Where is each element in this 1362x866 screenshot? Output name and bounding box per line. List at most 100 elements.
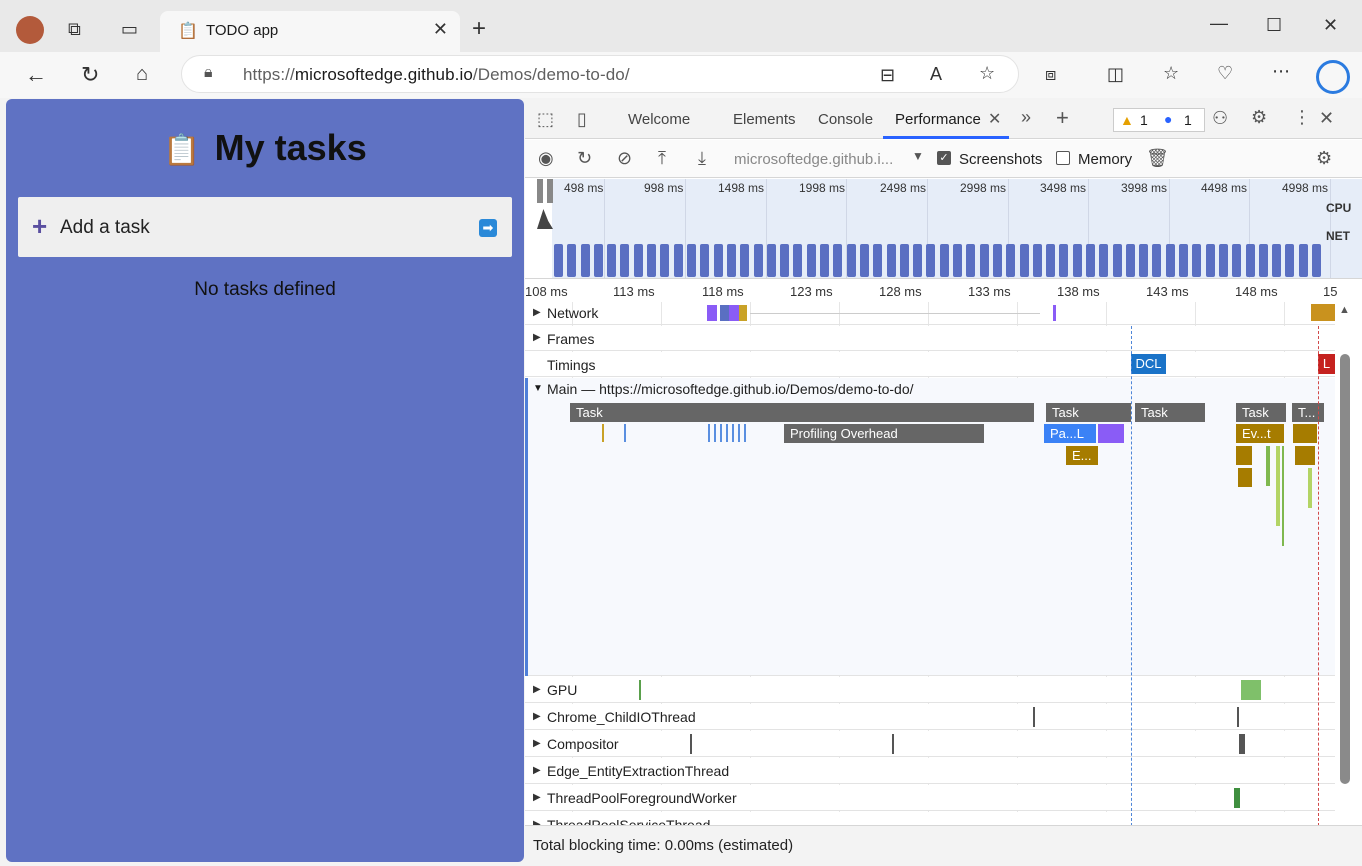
minimize-icon[interactable]: — <box>1210 14 1228 32</box>
submit-arrow-icon[interactable]: ➡ <box>479 219 497 237</box>
network-track[interactable]: ▶ Network <box>525 302 1335 325</box>
selection-handle-right[interactable] <box>547 179 553 203</box>
scripting-block[interactable] <box>1295 446 1315 465</box>
read-aloud-icon[interactable]: A <box>930 65 942 83</box>
network-request[interactable] <box>1053 305 1056 321</box>
tracks-scrollbar[interactable] <box>1340 354 1350 784</box>
tab-performance[interactable]: Performance <box>895 111 981 128</box>
add-tab-icon[interactable]: + <box>1056 105 1069 131</box>
expand-icon[interactable]: ▶ <box>533 792 541 803</box>
new-tab-icon[interactable]: + <box>472 17 486 41</box>
profile-avatar[interactable] <box>16 16 44 44</box>
close-tab-icon[interactable]: ✕ <box>988 109 1001 129</box>
network-request[interactable] <box>1311 304 1335 321</box>
favorites-icon[interactable]: ☆ <box>1163 64 1179 82</box>
trash-icon[interactable]: 🗑︎ <box>1146 148 1169 169</box>
gpu-slice[interactable] <box>639 680 641 700</box>
close-tab-icon[interactable]: ✕ <box>433 19 448 40</box>
address-bar[interactable]: 🔒︎ https://microsoftedge.github.io/Demos… <box>181 55 1019 93</box>
favorite-star-icon[interactable]: ☆ <box>979 64 995 82</box>
task-block[interactable]: Task <box>1236 403 1286 422</box>
evaluate-script-block[interactable]: E... <box>1066 446 1098 465</box>
clear-icon[interactable]: ⊘ <box>617 148 632 169</box>
task-block[interactable]: T... <box>1292 403 1324 422</box>
task-block[interactable]: Task <box>1135 403 1205 422</box>
device-emulation-icon[interactable]: ▯ <box>577 109 587 130</box>
scripting-block[interactable] <box>1293 424 1317 443</box>
recording-target-select[interactable]: microsoftedge.github.i... <box>734 151 893 168</box>
chevron-down-icon[interactable]: ▼ <box>912 149 924 163</box>
tab-actions-icon[interactable]: ▭ <box>121 20 138 38</box>
tab-elements[interactable]: Elements <box>733 111 796 128</box>
entity-extraction-track[interactable]: ▶ Edge_EntityExtractionThread <box>525 758 1335 784</box>
screenshots-checkbox[interactable]: ✓ <box>937 151 951 165</box>
app-available-icon[interactable]: ⊟ <box>880 66 895 84</box>
main-track[interactable]: ▼ Main — https://microsoftedge.github.io… <box>528 378 1335 676</box>
lock-icon[interactable]: 🔒︎ <box>204 64 213 82</box>
paint-slice[interactable] <box>1266 446 1270 486</box>
collapse-icon[interactable]: ▼ <box>533 383 543 394</box>
reload-record-icon[interactable]: ↻ <box>577 148 592 169</box>
threadpool-service-track[interactable]: ▶ ThreadPoolServiceThread <box>525 812 1335 825</box>
more-menu-icon[interactable]: ⋯ <box>1272 62 1290 80</box>
home-icon[interactable]: ⌂ <box>136 64 148 84</box>
download-icon[interactable]: ⤓ <box>698 148 706 169</box>
capture-settings-icon[interactable]: ⚙ <box>1316 148 1332 169</box>
paint-slice[interactable] <box>1282 446 1284 546</box>
timings-track[interactable]: Timings DCL L <box>525 352 1335 377</box>
tab-console[interactable]: Console <box>818 111 873 128</box>
scroll-up-icon[interactable]: ▲ <box>1339 304 1350 316</box>
lcp-marker[interactable]: L <box>1318 354 1335 374</box>
expand-icon[interactable]: ▶ <box>533 307 541 318</box>
child-io-thread-track[interactable]: ▶ Chrome_ChildIOThread <box>525 704 1335 730</box>
close-window-icon[interactable]: ✕ <box>1323 16 1338 34</box>
script-slices[interactable] <box>708 424 748 442</box>
browser-tab[interactable]: 📋 TODO app ✕ <box>160 11 460 52</box>
browser-essentials-icon[interactable]: ♡ <box>1217 64 1233 82</box>
selection-handle-left[interactable] <box>537 179 543 203</box>
inspect-icon[interactable]: ⬚ <box>537 109 554 130</box>
task-block[interactable]: Task <box>570 403 1034 422</box>
paint-slice[interactable] <box>1276 446 1280 526</box>
back-icon[interactable]: ← <box>25 64 47 86</box>
more-tabs-icon[interactable]: » <box>1021 107 1031 128</box>
expand-icon[interactable]: ▶ <box>533 765 541 776</box>
customize-icon[interactable]: ⚇ <box>1212 108 1228 129</box>
settings-icon[interactable]: ⚙ <box>1251 107 1267 128</box>
maximize-icon[interactable]: ☐ <box>1266 16 1282 34</box>
tracks-area[interactable]: ▶ Network ▶ Frames Timings DCL L ▼ Main … <box>525 302 1335 825</box>
expand-icon[interactable]: ▶ <box>533 332 541 343</box>
scripting-block[interactable] <box>1236 446 1252 465</box>
upload-icon[interactable]: ⤒ <box>658 148 666 169</box>
gpu-track[interactable]: ▶ GPU <box>525 677 1335 703</box>
scripting-block[interactable] <box>1238 468 1252 487</box>
tab-welcome[interactable]: Welcome <box>628 111 690 128</box>
profiling-overhead-block[interactable]: Profiling Overhead <box>784 424 984 443</box>
workspaces-icon[interactable]: ⧉ <box>68 20 81 38</box>
expand-icon[interactable]: ▶ <box>533 684 541 695</box>
task-block[interactable]: Task <box>1046 403 1131 422</box>
rendering-block[interactable] <box>1098 424 1124 443</box>
script-slice[interactable] <box>624 424 626 442</box>
more-options-icon[interactable]: ⋮ <box>1293 107 1311 128</box>
close-devtools-icon[interactable]: ✕ <box>1319 108 1334 129</box>
parse-html-block[interactable]: Pa...L <box>1044 424 1096 443</box>
extensions-icon[interactable]: ⧈ <box>1045 65 1056 83</box>
network-request[interactable] <box>707 305 747 321</box>
expand-icon[interactable]: ▶ <box>533 711 541 722</box>
paint-slice[interactable] <box>1308 468 1312 508</box>
compositor-track[interactable]: ▶ Compositor <box>525 731 1335 757</box>
memory-checkbox[interactable] <box>1056 151 1070 165</box>
expand-icon[interactable]: ▶ <box>533 738 541 749</box>
copilot-icon[interactable] <box>1316 60 1350 94</box>
refresh-icon[interactable]: ↻ <box>81 64 99 86</box>
issues-counter[interactable]: ▲ 1 ● 1 <box>1113 108 1205 132</box>
gpu-slice[interactable] <box>1241 680 1261 700</box>
timeline-overview[interactable]: 498 ms 998 ms 1498 ms 1998 ms 2498 ms 29… <box>525 179 1362 279</box>
record-icon[interactable]: ◉ <box>538 148 554 169</box>
frames-track[interactable]: ▶ Frames <box>525 326 1335 351</box>
dcl-marker[interactable]: DCL <box>1131 354 1166 374</box>
event-block[interactable]: Ev...t <box>1236 424 1284 443</box>
script-slice[interactable] <box>602 424 604 442</box>
threadpool-foreground-track[interactable]: ▶ ThreadPoolForegroundWorker <box>525 785 1335 811</box>
